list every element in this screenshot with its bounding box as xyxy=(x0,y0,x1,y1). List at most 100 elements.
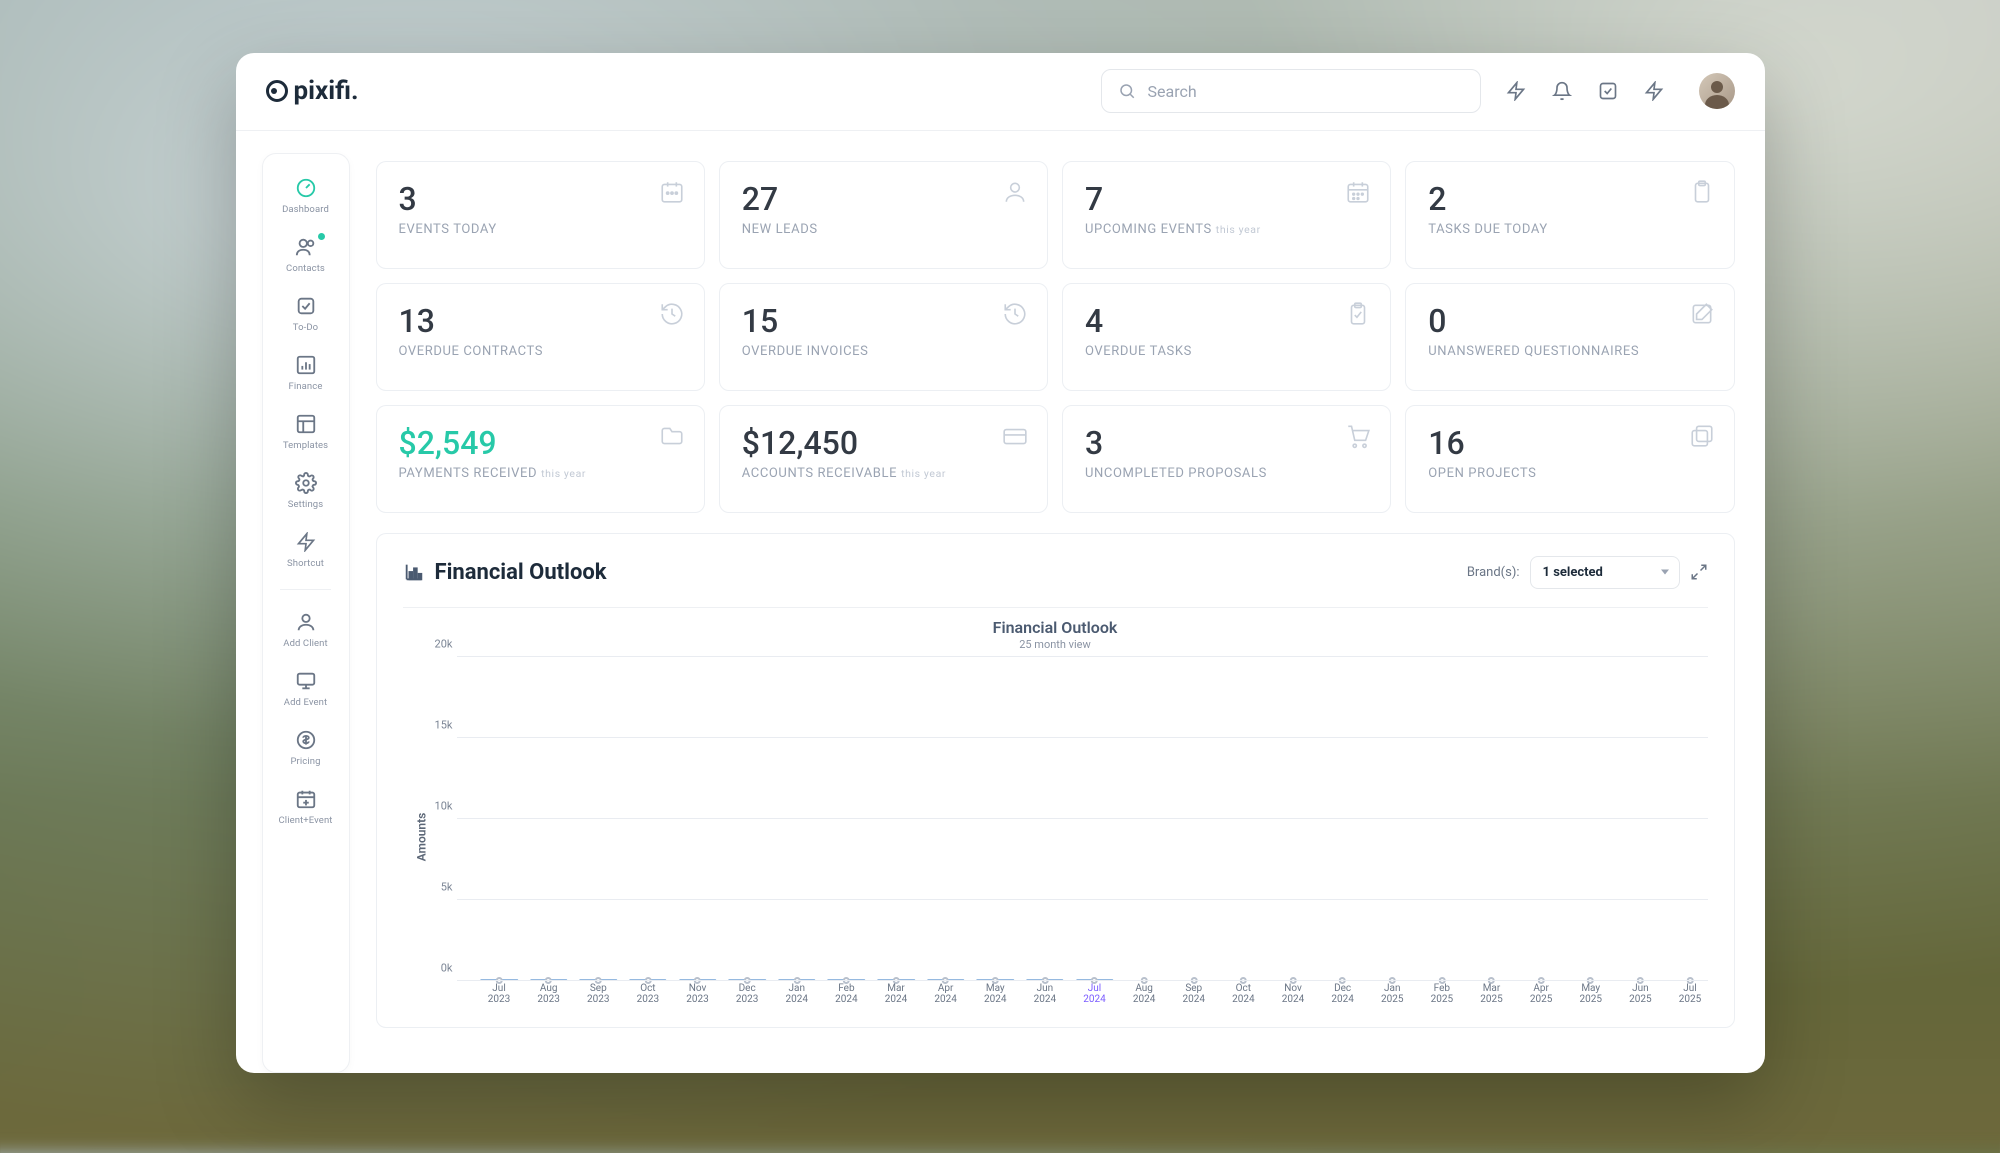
brands-selected-text: 1 selected xyxy=(1543,565,1603,580)
calendar-days-icon xyxy=(1344,178,1372,206)
check-square-icon[interactable] xyxy=(1597,80,1619,102)
credit-card-icon xyxy=(1001,422,1029,450)
sidebar-divider xyxy=(280,589,332,590)
x-tick-label: Oct2024 xyxy=(1232,983,1254,1006)
x-tick-label: Oct2023 xyxy=(637,983,659,1006)
card-label: PAYMENTS RECEIVEDthis year xyxy=(399,466,682,481)
gridline xyxy=(457,818,1708,819)
calendar-plus-icon xyxy=(294,787,318,811)
card-sublabel: this year xyxy=(901,467,946,480)
stat-card[interactable]: 15OVERDUE INVOICES xyxy=(719,283,1048,391)
sidebar-action-pricing[interactable]: Pricing xyxy=(263,720,349,775)
stat-card[interactable]: 3UNCOMPLETED PROPOSALS xyxy=(1062,405,1391,513)
x-tick-label: Sep2023 xyxy=(587,983,609,1006)
stat-card[interactable]: 7UPCOMING EVENTSthis year xyxy=(1062,161,1391,269)
sidebar-item-label: Shortcut xyxy=(287,558,324,569)
header-icons xyxy=(1505,73,1735,109)
logo[interactable]: pixifi. xyxy=(266,76,359,106)
sidebar-column: Dashboard Contacts To-Do xyxy=(236,131,376,1073)
calendar-icon xyxy=(658,178,686,206)
sidebar-item-label: Pricing xyxy=(290,756,320,767)
card-value: 27 xyxy=(742,180,1025,218)
stat-card[interactable]: 4 OVERDUE TASKS xyxy=(1062,283,1391,391)
search-input[interactable] xyxy=(1148,82,1464,101)
x-tick-label: Nov2024 xyxy=(1282,983,1304,1006)
bolt-icon-2[interactable] xyxy=(1643,80,1665,102)
header: pixifi. xyxy=(236,53,1765,131)
financial-outlook-panel: Financial Outlook Brand(s): 1 selected F… xyxy=(376,533,1735,1028)
clipboard-icon xyxy=(1688,178,1716,206)
sidebar-item-shortcut[interactable]: Shortcut xyxy=(263,522,349,577)
logo-text: pixifi. xyxy=(294,76,359,106)
gridline xyxy=(457,899,1708,900)
history-icon xyxy=(658,300,686,328)
card-label: ACCOUNTS RECEIVABLEthis year xyxy=(742,466,1025,481)
search-box[interactable] xyxy=(1101,69,1481,113)
stat-card[interactable]: 27 NEW LEADS xyxy=(719,161,1048,269)
sidebar-action-add-event[interactable]: Add Event xyxy=(263,661,349,716)
card-label: EVENTS TODAY xyxy=(399,222,682,237)
bell-icon[interactable] xyxy=(1551,80,1573,102)
x-tick-label: Dec2024 xyxy=(1331,983,1353,1006)
stat-card[interactable]: $2,549PAYMENTS RECEIVEDthis year xyxy=(376,405,705,513)
sidebar-action-add-client[interactable]: Add Client xyxy=(263,602,349,657)
x-tick-label: May2025 xyxy=(1579,983,1601,1006)
card-value: 2 xyxy=(1428,180,1711,218)
avatar[interactable] xyxy=(1699,73,1735,109)
stat-card[interactable]: 3EVENTS TODAY xyxy=(376,161,705,269)
card-label: OVERDUE INVOICES xyxy=(742,344,1025,359)
cart-icon xyxy=(1344,422,1372,450)
x-tick-label: Aug2023 xyxy=(537,983,559,1006)
card-label: NEW LEADS xyxy=(742,222,1025,237)
sidebar-item-dashboard[interactable]: Dashboard xyxy=(263,168,349,223)
stat-card[interactable]: 13 OVERDUE CONTRACTS xyxy=(376,283,705,391)
app-window: pixifi. xyxy=(236,53,1765,1073)
card-sublabel: this year xyxy=(541,467,586,480)
sidebar-item-settings[interactable]: Settings xyxy=(263,463,349,518)
y-tick-label: 20k xyxy=(413,637,453,650)
history-icon xyxy=(1001,300,1029,328)
user-icon xyxy=(1001,178,1029,206)
x-tick-label: Jan2025 xyxy=(1381,983,1403,1006)
stat-card[interactable]: $12,450ACCOUNTS RECEIVABLEthis year xyxy=(719,405,1048,513)
card-value: 0 xyxy=(1428,302,1711,340)
x-tick-label: Apr2024 xyxy=(934,983,956,1006)
stat-card[interactable]: 2TASKS DUE TODAY xyxy=(1405,161,1734,269)
card-value: 13 xyxy=(399,302,682,340)
folder-icon xyxy=(658,422,686,450)
sidebar-action-client-event[interactable]: Client+Event xyxy=(263,779,349,834)
sidebar-item-todo[interactable]: To-Do xyxy=(263,286,349,341)
brands-select[interactable]: 1 selected xyxy=(1530,556,1680,589)
y-tick-label: 5k xyxy=(413,880,453,893)
chart-bars xyxy=(457,657,1708,981)
sidebar-item-label: Finance xyxy=(289,381,323,392)
sidebar-item-finance[interactable]: Finance xyxy=(263,345,349,400)
x-tick-label: Aug2024 xyxy=(1133,983,1155,1006)
x-axis-labels: Jul2023Aug2023Sep2023Oct2023Nov2023Dec20… xyxy=(457,983,1708,1017)
y-tick-label: 10k xyxy=(413,799,453,812)
sidebar-item-templates[interactable]: Templates xyxy=(263,404,349,459)
sidebar-item-label: Dashboard xyxy=(282,204,329,215)
x-tick-label: May2024 xyxy=(984,983,1006,1006)
stat-card[interactable]: 16 OPEN PROJECTS xyxy=(1405,405,1734,513)
card-label: OPEN PROJECTS xyxy=(1428,466,1711,481)
card-value: 4 xyxy=(1085,302,1368,340)
chart-area: Amounts 0k5k10k15k20k Jul2023Aug2023Sep2… xyxy=(403,657,1708,1017)
x-tick-label: Nov2023 xyxy=(686,983,708,1006)
check-square-icon xyxy=(294,294,318,318)
card-label: OVERDUE CONTRACTS xyxy=(399,344,682,359)
sidebar-item-label: Templates xyxy=(283,440,328,451)
gear-icon xyxy=(294,471,318,495)
bolt-icon[interactable] xyxy=(1505,80,1527,102)
card-value: 16 xyxy=(1428,424,1711,462)
gridline xyxy=(457,737,1708,738)
presentation-icon xyxy=(294,669,318,693)
gauge-icon xyxy=(294,176,318,200)
card-label: OVERDUE TASKS xyxy=(1085,344,1368,359)
x-tick-label: Feb2024 xyxy=(835,983,857,1006)
x-tick-label: Jun2024 xyxy=(1034,983,1056,1006)
sidebar-item-contacts[interactable]: Contacts xyxy=(263,227,349,282)
stack-icon xyxy=(1688,422,1716,450)
expand-icon[interactable] xyxy=(1690,563,1708,581)
stat-card[interactable]: 0UNANSWERED QUESTIONNAIRES xyxy=(1405,283,1734,391)
